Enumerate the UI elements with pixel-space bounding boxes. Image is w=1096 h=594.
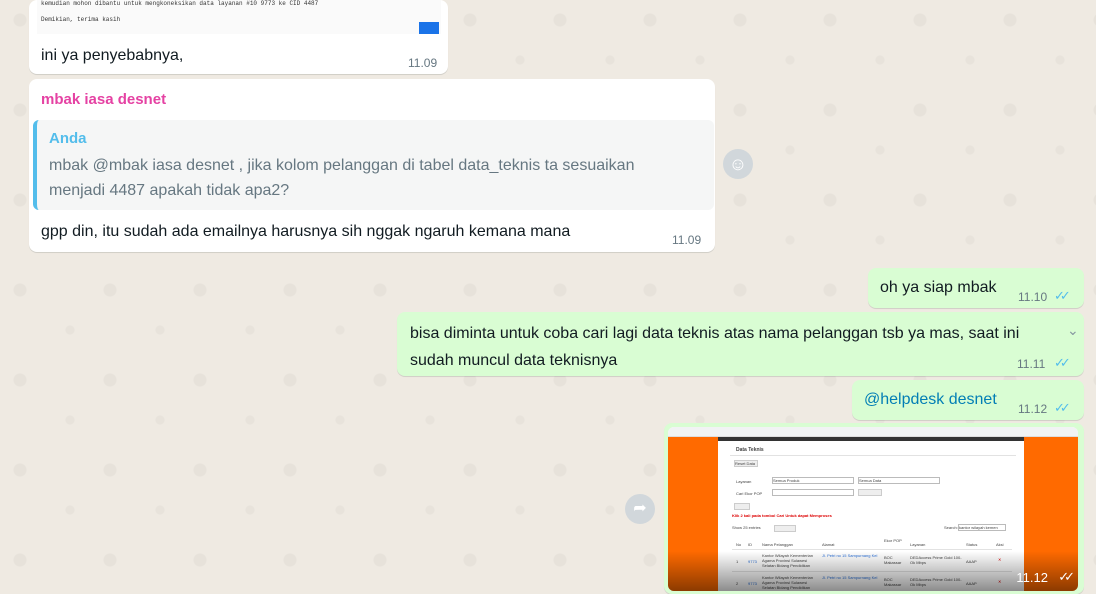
message-text: ini ya penyebabnya, xyxy=(41,47,184,64)
message-bubble-outgoing[interactable]: oh ya siap mbak 11.10 ✓✓ xyxy=(868,268,1084,308)
double-check-icon: ✓✓ xyxy=(1054,288,1071,303)
divider xyxy=(730,455,1016,456)
message-text: bisa diminta untuk coba cari lagi data t… xyxy=(410,325,1020,369)
quote-text: mbak @mbak iasa desnet , jika kolom pela… xyxy=(49,157,635,199)
cari-label: Cari Ekor POP xyxy=(736,491,763,496)
message-time: 11.10 xyxy=(1018,290,1048,304)
mention-link[interactable]: @helpdesk desnet xyxy=(864,391,997,409)
layanan-label: Layanan xyxy=(736,479,752,484)
table-header-line xyxy=(732,549,1012,550)
quoted-message[interactable]: Anda mbak @mbak iasa desnet , jika kolom… xyxy=(33,120,714,210)
search-label: Search: xyxy=(944,525,958,530)
pop-select[interactable] xyxy=(772,489,854,496)
search-field[interactable]: kantor wilayah kemen xyxy=(958,524,1006,531)
column-header: Ekor POP xyxy=(884,538,902,543)
column-header: Aksi xyxy=(996,542,1004,547)
quote-author: Anda xyxy=(49,130,87,147)
message-time: 11.12 xyxy=(1018,402,1048,416)
sender-name: mbak iasa desnet xyxy=(41,91,167,108)
message-bubble-outgoing[interactable]: @helpdesk desnet 11.12 ✓✓ xyxy=(852,380,1084,420)
browser-toolbar xyxy=(668,427,1078,437)
message-time: 11.12 xyxy=(1016,570,1048,585)
column-header: Alamat xyxy=(822,542,835,547)
column-header: Layanan xyxy=(910,542,926,547)
message-time: 11.11 xyxy=(1017,357,1046,371)
reset-button[interactable]: Reset Data xyxy=(734,460,758,467)
column-header: Status xyxy=(966,542,978,547)
screenshot-image[interactable]: Data Teknis Reset Data Layanan Semua Pro… xyxy=(668,427,1078,591)
double-check-icon: ✓✓ xyxy=(1054,400,1071,415)
document-preview[interactable]: kemudian mohon dibantu untuk mengkoneksi… xyxy=(37,0,441,34)
chevron-down-icon[interactable]: ⌄ xyxy=(1067,322,1079,339)
message-time: 11.09 xyxy=(672,233,702,247)
message-bubble-incoming[interactable]: mbak iasa desnet Anda mbak @mbak iasa de… xyxy=(29,79,715,252)
entries-label: Show 25 entries xyxy=(732,525,761,530)
column-header: Nama Pelanggan xyxy=(762,542,793,547)
message-time: 11.09 xyxy=(408,56,438,70)
column-header: No xyxy=(736,542,742,547)
document-preview-line: Demikian, terima kasih xyxy=(41,16,121,23)
document-preview-line: kemudian mohon dibantu untuk mengkoneksi… xyxy=(41,0,319,7)
smiley-icon[interactable]: ☺ xyxy=(723,149,753,179)
export-button[interactable] xyxy=(774,525,796,532)
message-bubble-outgoing[interactable]: bisa diminta untuk coba cari lagi data t… xyxy=(397,312,1084,376)
forward-arrow-icon[interactable]: ➦ xyxy=(625,494,655,524)
warning-text: Klik 2 kali pada tombol Cari Untuk dapat… xyxy=(732,513,832,518)
product-select[interactable]: Semua Produk xyxy=(772,477,854,484)
column-header: ID xyxy=(748,542,752,547)
double-check-icon: ✓✓ xyxy=(1058,569,1075,584)
message-text: oh ya siap mbak xyxy=(880,279,997,296)
data-select[interactable]: Semua Data xyxy=(858,477,940,484)
message-bubble-incoming[interactable]: kemudian mohon dibantu untuk mengkoneksi… xyxy=(29,0,448,74)
page-title: Data Teknis xyxy=(736,447,764,453)
cari-button[interactable] xyxy=(734,503,750,510)
search-button[interactable] xyxy=(858,489,882,496)
document-open-button[interactable] xyxy=(419,22,439,34)
double-check-icon: ✓✓ xyxy=(1054,355,1071,370)
message-text: gpp din, itu sudah ada emailnya harusnya… xyxy=(41,223,571,240)
